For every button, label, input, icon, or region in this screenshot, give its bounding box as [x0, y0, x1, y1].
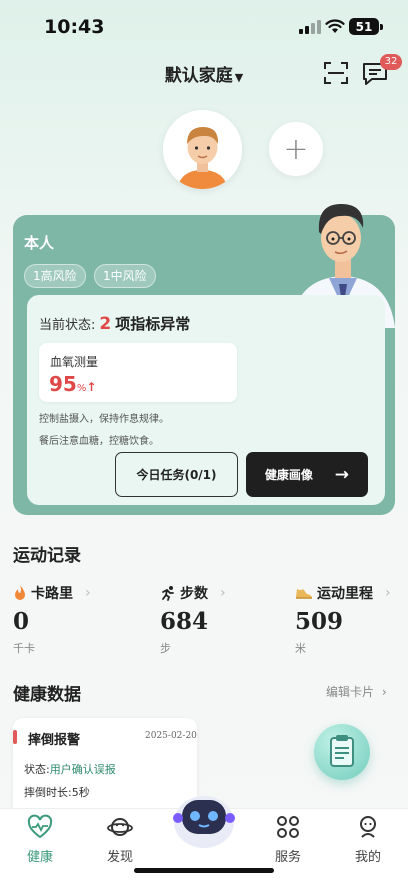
metric-unit: %: [76, 383, 87, 394]
flame-icon: [15, 585, 25, 600]
metric-value: 95%↑: [49, 372, 96, 396]
health-portrait-button[interactable]: 健康画像 →: [246, 452, 368, 497]
status-value: 用户确认误报: [49, 763, 116, 776]
duration-label: 摔倒时长:: [24, 786, 72, 799]
battery-level: 51: [355, 19, 373, 34]
exercise-item-steps[interactable]: 步数 ›: [160, 583, 226, 603]
clipboard-icon: [330, 735, 354, 767]
distance-unit: 米: [295, 642, 306, 655]
daily-task-button[interactable]: 今日任务(0/1): [115, 452, 238, 497]
risk-tag-high[interactable]: 1高风险: [24, 264, 86, 288]
exercise-item-calories[interactable]: 卡路里 ›: [13, 583, 91, 603]
fall-alert-status: 状态:用户确认误报: [24, 761, 116, 777]
wifi-icon: [325, 19, 345, 33]
tab-label: 我的: [354, 850, 381, 865]
status-label: 状态:: [24, 763, 50, 776]
abnormal-count: 2: [99, 314, 112, 334]
caret-down-icon: ▼: [234, 71, 244, 84]
health-data-title: 健康数据: [13, 685, 81, 705]
family-title: 默认家庭: [164, 66, 233, 86]
metric-number: 95: [49, 372, 77, 396]
risk-tag-medium[interactable]: 1中风险: [94, 264, 156, 288]
tab-label: 发现: [106, 850, 133, 865]
trend-up-icon: ↑: [86, 380, 97, 394]
home-indicator: [134, 868, 274, 873]
fall-alert-title: 摔倒报警: [28, 733, 81, 748]
health-portrait-label: 健康画像: [264, 468, 313, 482]
exercise-item-distance[interactable]: 运动里程 ›: [295, 583, 391, 603]
avatar[interactable]: [163, 110, 242, 189]
status-time: 10:43: [44, 16, 105, 38]
edit-cards-link[interactable]: 编辑卡片 ›: [326, 683, 387, 700]
tab-label: 健康: [26, 850, 53, 865]
tab-services[interactable]: 服务: [258, 814, 318, 865]
chevron-right-icon: ›: [381, 685, 387, 699]
floating-report-button[interactable]: [314, 724, 370, 780]
calories-label: 卡路里: [31, 586, 73, 602]
scan-icon[interactable]: [323, 61, 349, 85]
status-bar: 10:43 51: [0, 0, 408, 52]
chevron-right-icon: ›: [385, 585, 391, 601]
calories-unit: 千卡: [13, 642, 35, 655]
card-person-name: 本人: [24, 234, 55, 252]
advice-line: 控制盐摄入，保持作息规律。: [39, 414, 169, 425]
tab-health[interactable]: 健康: [10, 814, 70, 865]
advice-line: 餐后注意血糖，控糖饮食。: [39, 436, 159, 447]
distance-label: 运动里程: [317, 586, 373, 602]
steps-label: 步数: [180, 586, 208, 602]
chevron-right-icon: ›: [85, 585, 91, 601]
status-label: 当前状态:: [39, 318, 96, 333]
tab-mine[interactable]: 我的: [338, 814, 398, 865]
user-avatar-illustration: [163, 110, 242, 189]
tab-discover[interactable]: 发现: [90, 814, 150, 865]
steps-value: 684: [160, 608, 209, 635]
steps-unit: 步: [160, 642, 171, 655]
message-badge: 32: [380, 54, 402, 70]
tab-label: 服务: [274, 850, 301, 865]
running-icon: [162, 586, 174, 601]
metric-name: 血氧测量: [50, 355, 99, 369]
duration-value: 5秒: [71, 786, 90, 799]
cellular-signal-icon: [299, 20, 321, 34]
distance-value: 509: [295, 608, 344, 635]
plus-icon: +: [283, 131, 309, 167]
arrow-right-icon: →: [334, 464, 350, 485]
exercise-section-title: 运动记录: [13, 546, 81, 566]
person-icon: [360, 816, 376, 838]
abnormal-desc: 项指标异常: [115, 315, 191, 333]
fall-alert-date: 2025-02-20: [145, 731, 197, 741]
current-status: 当前状态: 2 项指标异常: [39, 313, 190, 334]
shoe-icon: [296, 589, 312, 599]
fall-alert-duration: 摔倒时长:5秒: [24, 784, 90, 800]
planet-icon: [107, 818, 133, 836]
alert-marker: [13, 730, 17, 744]
ai-assistant-robot-icon[interactable]: [168, 782, 240, 850]
add-member-button[interactable]: +: [269, 122, 323, 176]
chevron-right-icon: ›: [220, 585, 226, 601]
heart-pulse-icon: [27, 814, 53, 839]
edit-cards-label: 编辑卡片: [326, 685, 375, 699]
calories-value: 0: [13, 608, 30, 635]
grid-icon: [277, 816, 299, 838]
battery-icon: 51: [349, 18, 383, 35]
